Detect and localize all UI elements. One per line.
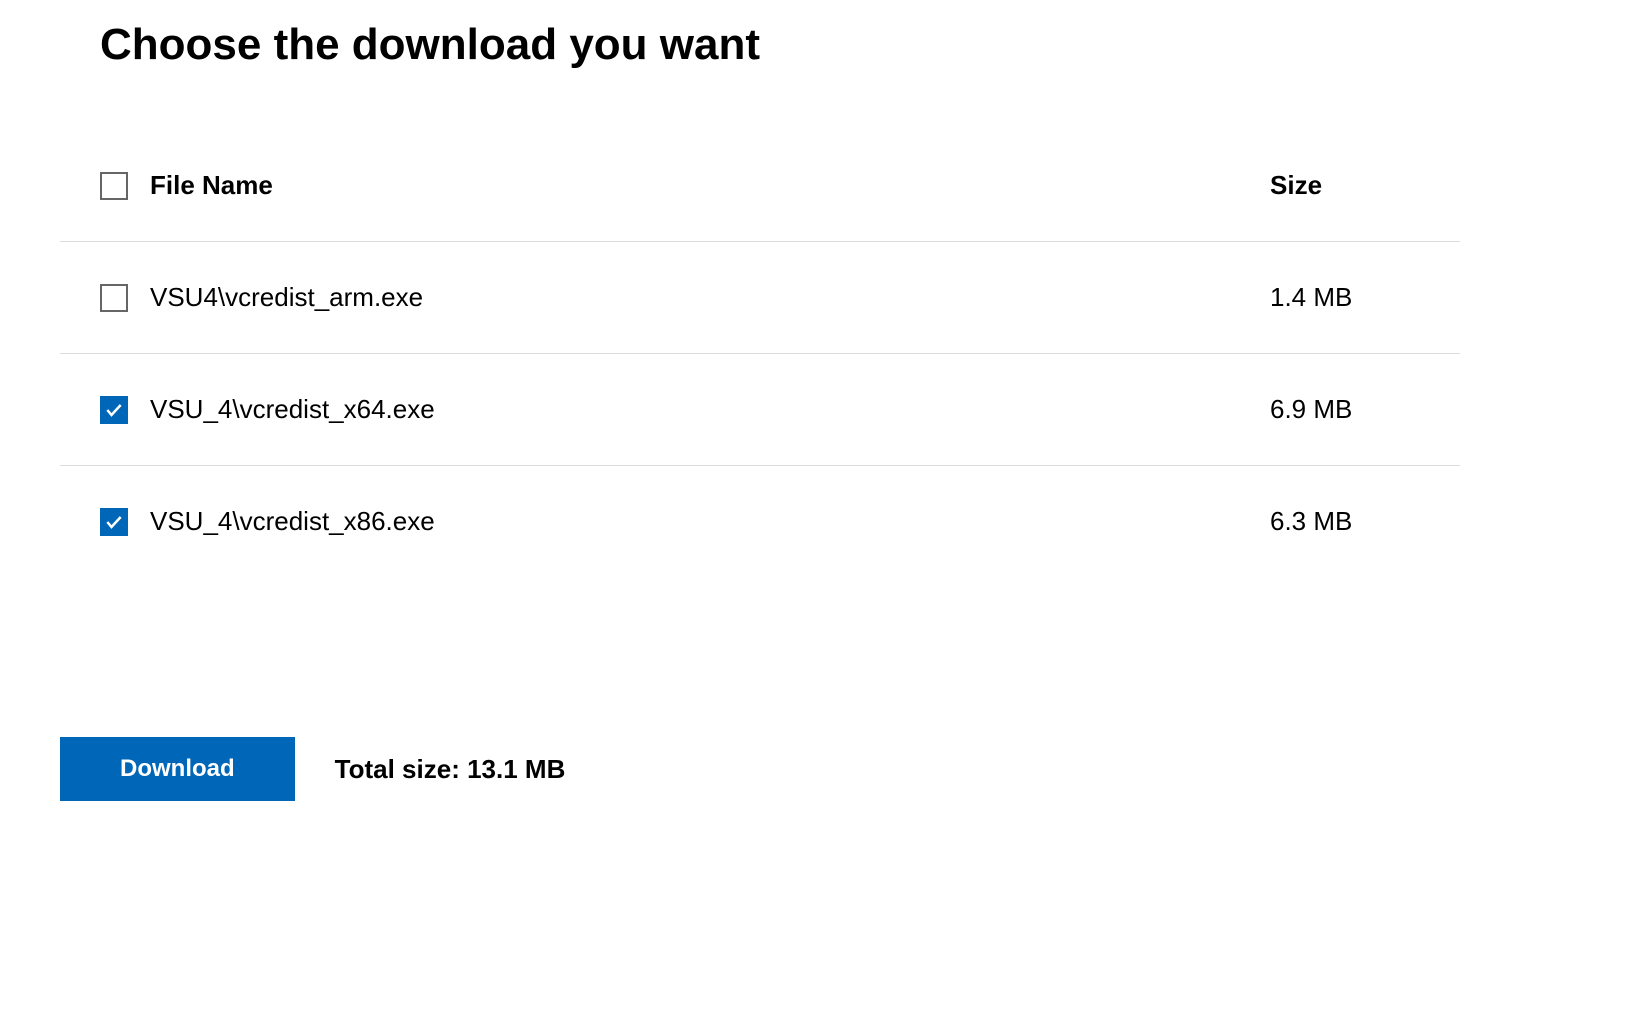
- select-all-checkbox[interactable]: [100, 172, 128, 200]
- file-name: VSU_4\vcredist_x86.exe: [150, 506, 1270, 537]
- table-row: VSU_4\vcredist_x64.exe 6.9 MB: [60, 354, 1460, 466]
- column-header-name: File Name: [150, 170, 1270, 201]
- file-name: VSU_4\vcredist_x64.exe: [150, 394, 1270, 425]
- file-checkbox-0[interactable]: [100, 284, 128, 312]
- total-size-label: Total size: 13.1 MB: [335, 754, 566, 785]
- checkmark-icon: [104, 400, 124, 420]
- table-header: File Name Size: [60, 150, 1460, 242]
- checkmark-icon: [104, 512, 124, 532]
- file-checkbox-1[interactable]: [100, 396, 128, 424]
- page-title: Choose the download you want: [100, 20, 1460, 70]
- table-row: VSU_4\vcredist_x86.exe 6.3 MB: [60, 466, 1460, 577]
- download-button[interactable]: Download: [60, 737, 295, 801]
- file-table: File Name Size VSU4\vcredist_arm.exe 1.4…: [60, 150, 1460, 577]
- file-name: VSU4\vcredist_arm.exe: [150, 282, 1270, 313]
- column-header-size: Size: [1270, 170, 1420, 201]
- file-size: 1.4 MB: [1270, 282, 1420, 313]
- file-size: 6.3 MB: [1270, 506, 1420, 537]
- footer: Download Total size: 13.1 MB: [60, 737, 1460, 801]
- file-checkbox-2[interactable]: [100, 508, 128, 536]
- table-row: VSU4\vcredist_arm.exe 1.4 MB: [60, 242, 1460, 354]
- file-size: 6.9 MB: [1270, 394, 1420, 425]
